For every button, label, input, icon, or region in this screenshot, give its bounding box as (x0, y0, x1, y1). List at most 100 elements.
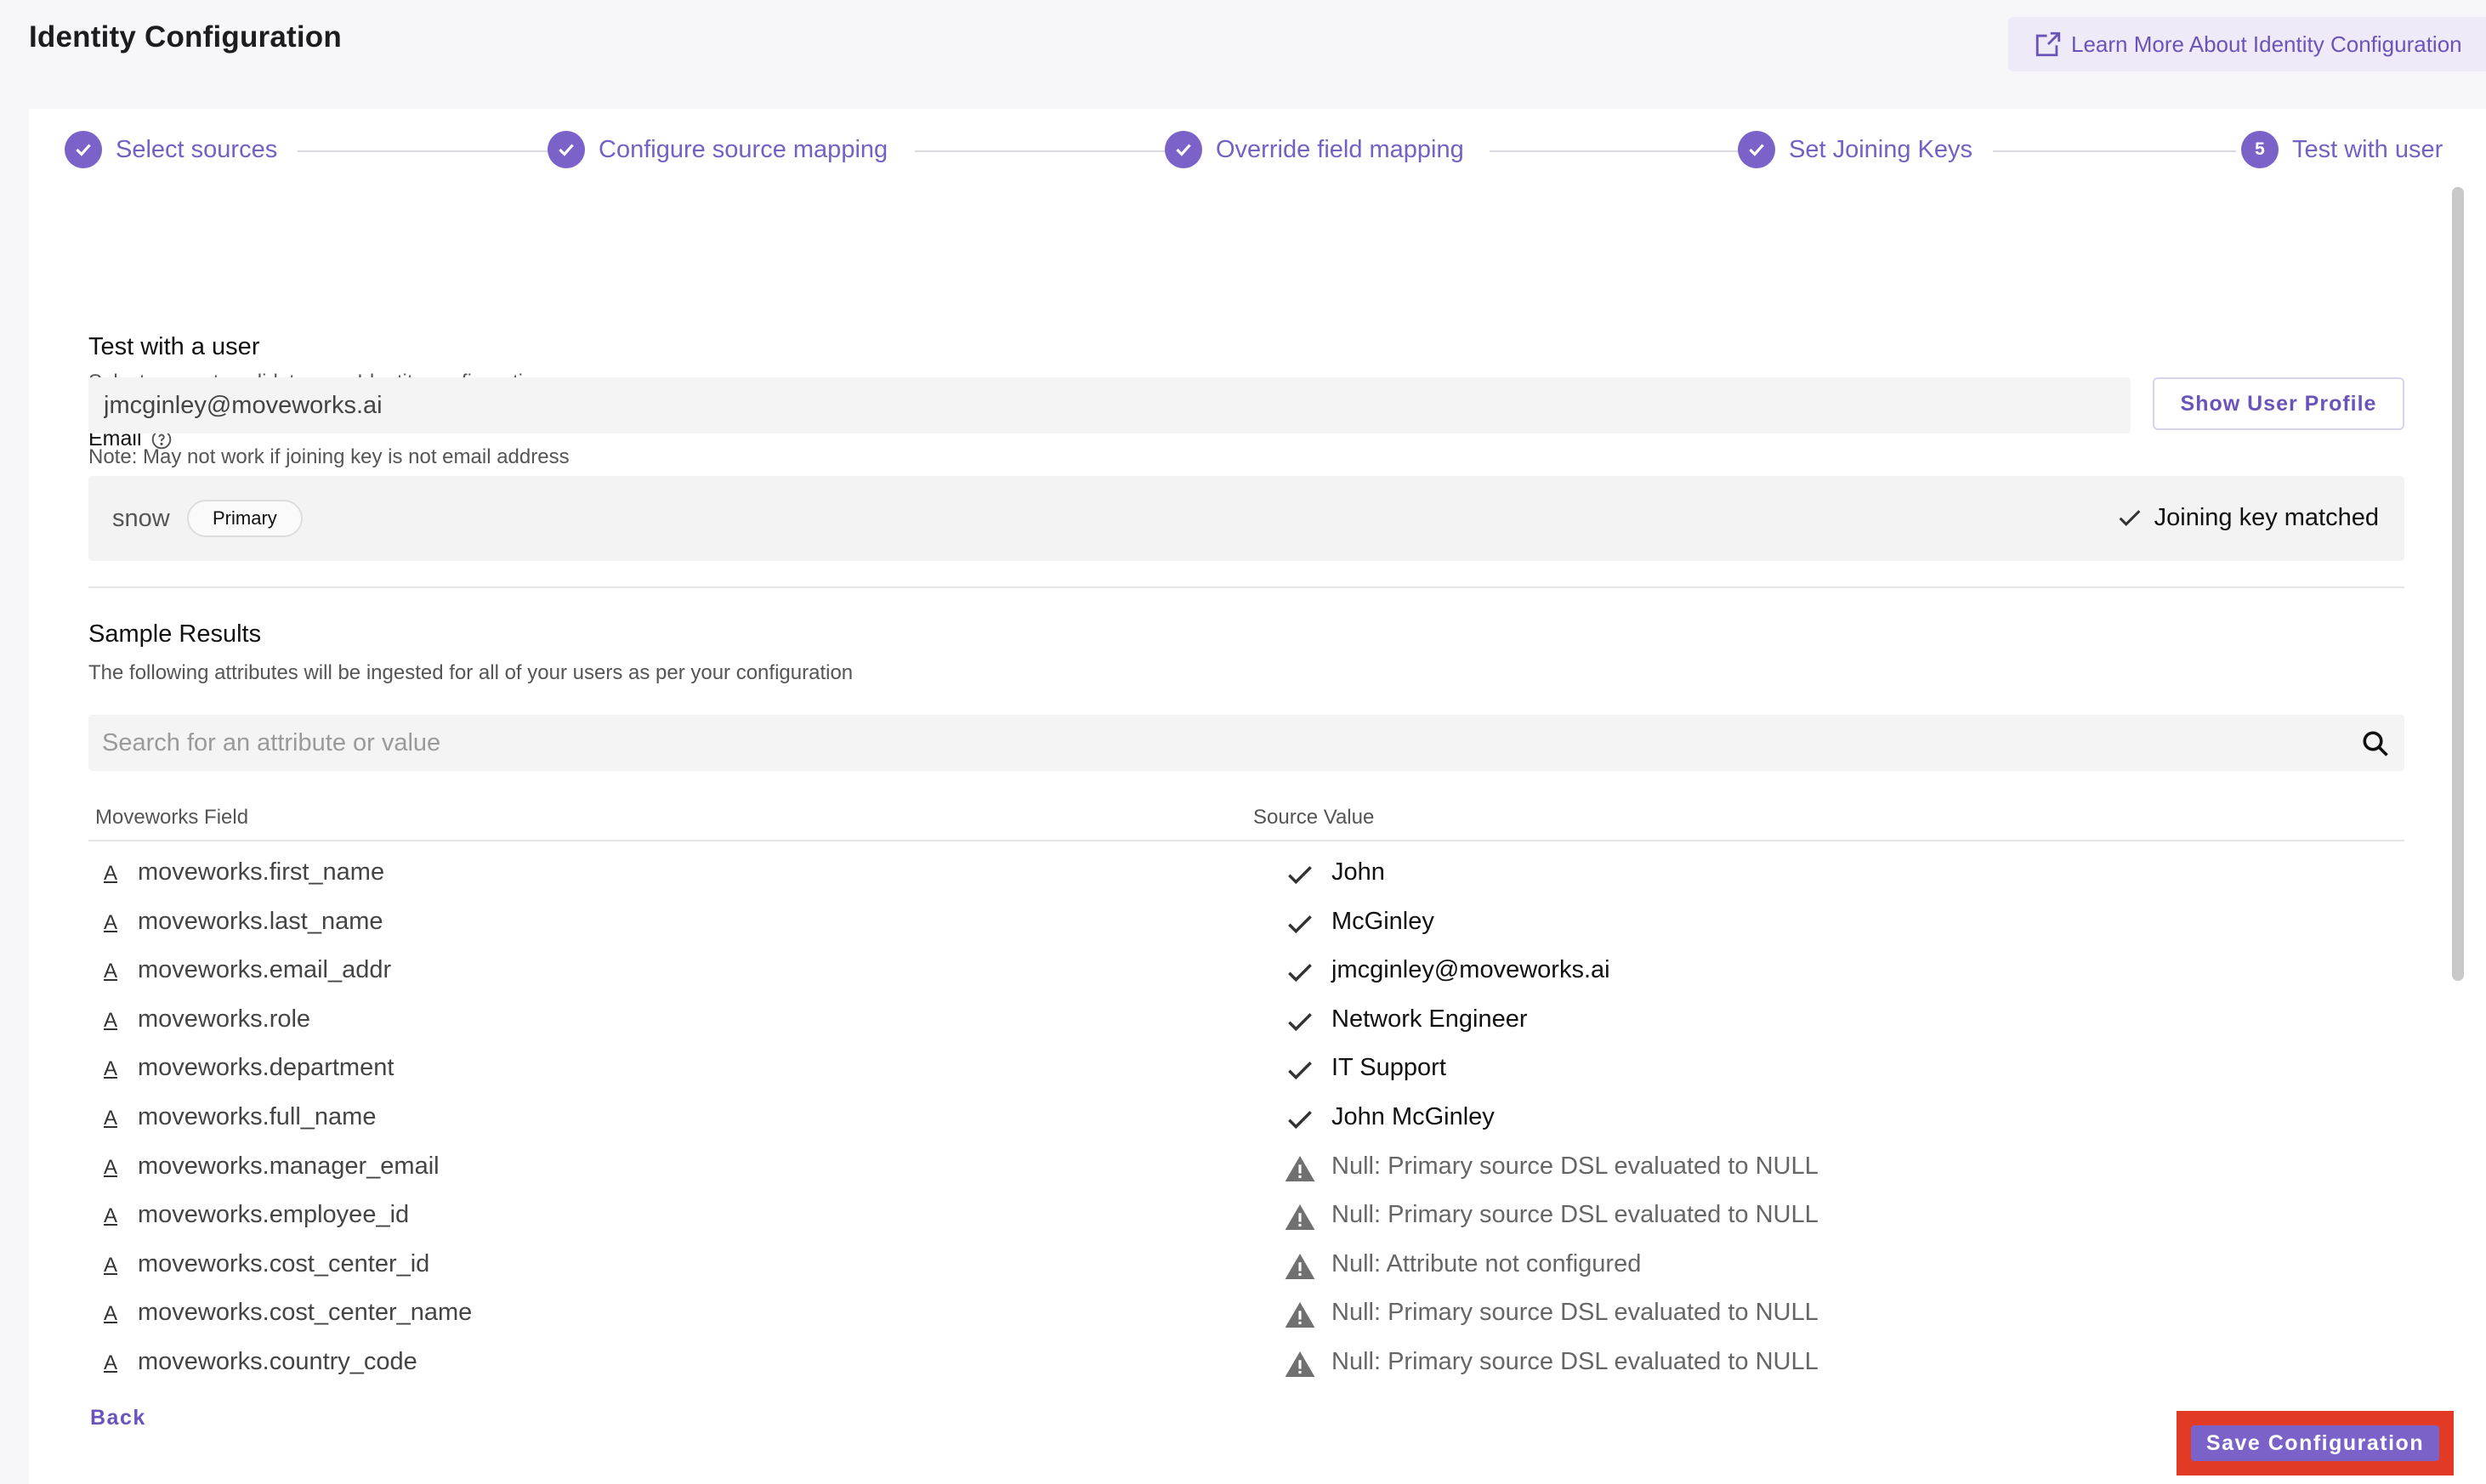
checkmark-icon (1284, 858, 1316, 891)
checkmark-icon (1284, 1054, 1316, 1086)
checkmark-icon (1284, 956, 1316, 988)
text-type-icon: A (104, 1057, 118, 1081)
step-connector (298, 150, 565, 152)
back-button[interactable]: Back (90, 1406, 146, 1430)
step-label: Configure source mapping (599, 135, 888, 163)
step-override-field-mapping[interactable]: Override field mapping (1165, 131, 1464, 168)
warning-triangle-icon (1284, 1299, 1316, 1331)
table-row: Amoveworks.country_code Null: Primary sou… (88, 1343, 2404, 1392)
source-value: John McGinley (1331, 1103, 1495, 1130)
table-row: Amoveworks.last_name McGinley (88, 903, 2404, 952)
joining-key-status: Joining key matched (2115, 503, 2379, 532)
step-set-joining-keys[interactable]: Set Joining Keys (1738, 131, 1972, 168)
table-row: Amoveworks.role Network Engineer (88, 1000, 2404, 1050)
results-title: Sample Results (88, 620, 262, 648)
learn-more-link[interactable]: Learn More About Identity Configuration (2008, 17, 2486, 71)
table-row: Amoveworks.cost_center_name Null: Primary… (88, 1294, 2404, 1343)
text-type-icon: A (104, 910, 118, 934)
email-field[interactable] (88, 377, 2131, 433)
field-name: moveworks.manager_email (138, 1152, 440, 1180)
learn-more-label: Learn More About Identity Configuration (2071, 31, 2462, 57)
search-input[interactable] (88, 715, 2333, 771)
text-type-icon: A (104, 1155, 118, 1179)
warning-triangle-icon (1284, 1348, 1316, 1380)
text-type-icon: A (104, 862, 118, 885)
text-type-icon: A (104, 1253, 118, 1277)
search-icon[interactable] (2360, 728, 2391, 759)
field-name: moveworks.cost_center_name (138, 1299, 473, 1327)
check-icon (548, 131, 585, 168)
field-name: moveworks.full_name (138, 1103, 377, 1130)
header-divider (88, 840, 2404, 841)
page-title: Identity Configuration (29, 20, 342, 54)
check-icon (1738, 131, 1775, 168)
source-value: John (1331, 858, 1385, 886)
source-value: IT Support (1331, 1054, 1446, 1082)
checkmark-icon (1284, 908, 1316, 940)
primary-chip: Primary (187, 500, 303, 537)
source-name: snow (112, 505, 170, 532)
table-row: Amoveworks.department IT Support (88, 1049, 2404, 1098)
source-value: Null: Primary source DSL evaluated to NU… (1331, 1152, 1819, 1180)
source-status-row: snow Primary Joining key matched (88, 476, 2404, 561)
stepper: Select sources Configure source mapping … (29, 109, 2486, 194)
field-name: moveworks.department (138, 1054, 394, 1082)
table-row: Amoveworks.full_name John McGinley (88, 1098, 2404, 1147)
field-name: moveworks.country_code (138, 1348, 417, 1375)
warning-triangle-icon (1284, 1153, 1316, 1185)
field-name: moveworks.cost_center_id (138, 1249, 430, 1277)
field-name: moveworks.email_addr (138, 956, 392, 984)
section-title: Test with a user (88, 333, 260, 360)
field-name: moveworks.first_name (138, 858, 385, 886)
show-user-profile-button[interactable]: Show User Profile (2153, 377, 2404, 430)
column-header-value: Source Value (1253, 806, 1375, 829)
source-value: jmcginley@moveworks.ai (1331, 956, 1610, 984)
save-configuration-button[interactable]: Save Configuration (2191, 1425, 2439, 1461)
checkmark-icon (1284, 1005, 1316, 1038)
text-type-icon: A (104, 1008, 118, 1032)
field-name: moveworks.employee_id (138, 1201, 410, 1229)
source-value: Network Engineer (1331, 1005, 1528, 1033)
checkmark-icon (1284, 1103, 1316, 1136)
check-icon (1165, 131, 1202, 168)
results-subtitle: The following attributes will be ingeste… (88, 661, 854, 684)
warning-triangle-icon (1284, 1250, 1316, 1283)
table-row: Amoveworks.first_name John (88, 853, 2404, 903)
step-connector (915, 150, 1180, 152)
warning-triangle-icon (1284, 1201, 1316, 1233)
step-select-sources[interactable]: Select sources (65, 131, 277, 168)
text-type-icon: A (104, 1204, 118, 1228)
email-note: Note: May not work if joining key is not… (88, 445, 570, 468)
text-type-icon: A (104, 1107, 118, 1130)
source-value: Null: Primary source DSL evaluated to NU… (1331, 1348, 1819, 1375)
text-type-icon: A (104, 960, 118, 983)
divider (88, 586, 2404, 588)
step-connector (1993, 150, 2236, 152)
table-row: Amoveworks.email_addr jmcginley@moveworks… (88, 951, 2404, 1000)
checkmark-icon (2119, 510, 2141, 526)
table-row: Amoveworks.employee_id Null: Primary sour… (88, 1196, 2404, 1245)
step-test-with-user[interactable]: 5 Test with user (2241, 131, 2443, 168)
step-label: Test with user (2292, 135, 2443, 163)
source-value: Null: Primary source DSL evaluated to NU… (1331, 1201, 1819, 1229)
step-label: Override field mapping (1216, 135, 1464, 163)
source-value: Null: Attribute not configured (1331, 1249, 1642, 1277)
wizard-card: Select sources Configure source mapping … (29, 109, 2486, 1484)
external-link-icon (2035, 31, 2061, 57)
table-row: Amoveworks.cost_center_id Null: Attribute… (88, 1245, 2404, 1294)
attribute-search (88, 715, 2404, 771)
source-value: Null: Primary source DSL evaluated to NU… (1331, 1299, 1819, 1327)
step-label: Select sources (116, 135, 278, 163)
step-label: Set Joining Keys (1789, 135, 1973, 163)
text-type-icon: A (104, 1302, 118, 1326)
check-icon (65, 131, 102, 168)
field-name: moveworks.last_name (138, 907, 383, 935)
source-value: McGinley (1331, 907, 1434, 935)
table-row: Amoveworks.manager_email Null: Primary so… (88, 1147, 2404, 1197)
text-type-icon: A (104, 1351, 118, 1374)
column-header-field: Moveworks Field (95, 806, 249, 829)
step-number-badge: 5 (2241, 131, 2279, 168)
step-connector (1490, 150, 1755, 152)
field-name: moveworks.role (138, 1005, 311, 1033)
step-configure-source-mapping[interactable]: Configure source mapping (548, 131, 888, 168)
